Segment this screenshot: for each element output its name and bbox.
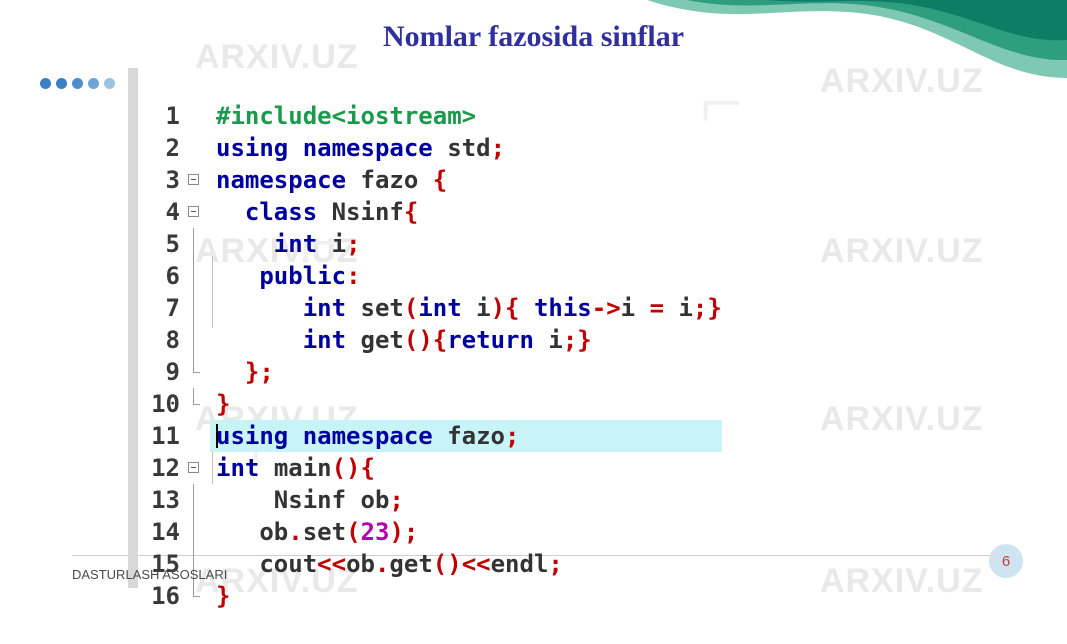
line-number: 3 (165, 166, 180, 194)
fold-guide (193, 516, 194, 548)
footer-label: DASTURLASH ASOSLARI (72, 567, 228, 582)
code-line-source: int main(){ (216, 454, 375, 482)
line-number: 14 (151, 518, 180, 546)
bullet-dots (40, 78, 115, 89)
code-line: 10 } (128, 388, 722, 420)
code-line-source: public: (259, 262, 361, 290)
bullet-dot (88, 78, 99, 89)
bullet-dot (72, 78, 83, 89)
fold-cell[interactable] (186, 196, 210, 228)
code-line-source: namespace fazo { (216, 166, 448, 194)
code-line: 6 public: (128, 260, 722, 292)
bullet-dot (40, 78, 51, 89)
fold-guide (193, 324, 194, 356)
fold-toggle-icon[interactable] (188, 462, 199, 473)
code-line-source: #include<iostream> (216, 102, 477, 130)
code-line: 9 }; (128, 356, 722, 388)
fold-cell (186, 356, 210, 388)
code-line-source: cout<<ob.get()<<endl; (259, 550, 563, 578)
code-line-source: ob.set(23); (259, 518, 419, 546)
fold-cell (186, 580, 210, 612)
code-line-source: } (216, 582, 231, 610)
line-number: 13 (151, 486, 180, 514)
fold-guide-end (193, 356, 200, 373)
code-line-source: using namespace fazo; (210, 420, 722, 452)
code-line: 5 int i; (128, 228, 722, 260)
line-number: 11 (151, 422, 180, 450)
code-line: 14 ob.set(23); (128, 516, 722, 548)
fold-guide-end (193, 388, 200, 405)
code-lines-table: 1 #include<iostream> 2 using namespace s… (128, 100, 722, 612)
fold-toggle-icon[interactable] (188, 174, 199, 185)
code-line: 7 int set(int i){ this->i = i;} (128, 292, 722, 324)
code-line: 13 Nsinf ob; (128, 484, 722, 516)
code-line-source: int i; (273, 230, 361, 258)
line-number: 12 (151, 454, 180, 482)
fold-cell (186, 420, 210, 452)
line-number: 10 (151, 390, 180, 418)
code-line: 4 class Nsinf{ (128, 196, 722, 228)
code-line-source: using namespace std; (216, 134, 506, 162)
code-line-highlighted: 11 using namespace fazo; (128, 420, 722, 452)
page-title: Nomlar fazosida sinflar (382, 20, 685, 53)
watermark: ARXIV.UZ (820, 232, 984, 270)
bullet-dot (56, 78, 67, 89)
line-number: 8 (165, 326, 180, 354)
code-line-source: class Nsinf{ (244, 198, 419, 226)
code-line-source: } (216, 390, 231, 418)
code-line-source: }; (244, 358, 274, 386)
code-line: 16 } (128, 580, 722, 612)
fold-guide-end (193, 580, 200, 597)
fold-cell[interactable] (186, 452, 210, 484)
page-number-badge: 6 (989, 544, 1023, 578)
fold-cell (186, 388, 210, 420)
code-line: 3 namespace fazo { (128, 164, 722, 196)
fold-toggle-icon[interactable] (188, 206, 199, 217)
fold-guide (193, 228, 194, 260)
watermark: ARXIV.UZ (820, 562, 984, 600)
code-line: 1 #include<iostream> (128, 100, 722, 132)
code-line-source: int get(){return i;} (302, 326, 592, 354)
line-number: 9 (165, 358, 180, 386)
fold-cell (186, 292, 210, 324)
fold-cell (186, 228, 210, 260)
fold-cell (186, 324, 210, 356)
code-line: 2 using namespace std; (128, 132, 722, 164)
watermark: ARXIV.UZ (820, 400, 984, 438)
fold-guide (193, 484, 194, 516)
line-number: 6 (165, 262, 180, 290)
line-number: 4 (165, 198, 180, 226)
line-number: 5 (165, 230, 180, 258)
line-number: 16 (151, 582, 180, 610)
code-editor[interactable]: 1 #include<iostream> 2 using namespace s… (128, 68, 722, 644)
fold-cell (186, 132, 210, 164)
bullet-dot (104, 78, 115, 89)
fold-cell (186, 260, 210, 292)
code-line-source: Nsinf ob; (273, 486, 404, 514)
fold-guide (193, 292, 194, 324)
line-number: 1 (165, 102, 180, 130)
code-line-source: int set(int i){ this->i = i;} (302, 294, 722, 322)
fold-cell (186, 100, 210, 132)
line-number: 7 (165, 294, 180, 322)
fold-cell (186, 484, 210, 516)
fold-guide (193, 260, 194, 292)
line-number: 2 (165, 134, 180, 162)
fold-cell (186, 516, 210, 548)
code-line: 12 int main(){ (128, 452, 722, 484)
fold-cell[interactable] (186, 164, 210, 196)
code-line: 8 int get(){return i;} (128, 324, 722, 356)
watermark: ARXIV.UZ (820, 62, 984, 100)
